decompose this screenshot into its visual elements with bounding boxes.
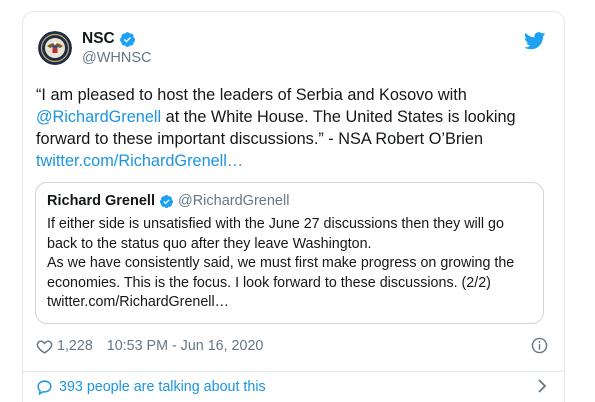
author-handle[interactable]: @WHNSC — [82, 50, 152, 66]
author-name-row: NSC — [82, 30, 152, 48]
tweet-text: “I am pleased to host the leaders of Ser… — [36, 84, 546, 172]
quoted-text-line2: As we have consistently said, we must fi… — [47, 255, 515, 291]
author-name[interactable]: NSC — [82, 30, 115, 48]
verified-icon — [119, 31, 135, 47]
talking-about-row[interactable]: 393 people are talking about this — [36, 376, 548, 398]
mention-link[interactable]: @RichardGrenell — [36, 108, 161, 126]
comment-bubble-icon — [37, 379, 52, 395]
timestamp[interactable]: 10:53 PM - Jun 16, 2020 — [107, 338, 264, 354]
tweet-meta: 1,228 10:53 PM - Jun 16, 2020 — [36, 336, 548, 356]
quoted-tweet-header: Richard Grenell @RichardGrenell — [47, 193, 532, 209]
chevron-right-icon[interactable] — [536, 379, 548, 393]
quoted-tweet[interactable]: Richard Grenell @RichardGrenell If eithe… — [35, 182, 544, 324]
tweet-text-before: “I am pleased to host the leaders of Ser… — [36, 86, 467, 104]
tweet-card: NSC @WHNSC “I am pleased to host the lea… — [22, 11, 565, 402]
quoted-author-name: Richard Grenell — [47, 193, 155, 209]
heart-icon[interactable] — [36, 338, 53, 355]
presidential-seal-icon[interactable] — [38, 31, 72, 65]
twitter-bird-icon[interactable] — [524, 32, 546, 50]
quoted-tweet-text: If either side is unsatisfied with the J… — [47, 215, 537, 313]
author-names: NSC @WHNSC — [82, 30, 152, 66]
like-count[interactable]: 1,228 — [57, 338, 93, 354]
quoted-text-line1: If either side is unsatisfied with the J… — [47, 216, 504, 252]
divider — [23, 371, 564, 372]
quoted-tweet-link: twitter.com/RichardGrenell… — [47, 294, 229, 310]
quoted-author-handle: @RichardGrenell — [177, 193, 290, 209]
tweet-link[interactable]: twitter.com/RichardGrenell… — [36, 152, 243, 170]
verified-icon — [159, 194, 174, 208]
info-icon[interactable] — [531, 337, 548, 354]
talking-about-text[interactable]: 393 people are talking about this — [59, 379, 266, 395]
tweet-header: NSC @WHNSC — [38, 30, 152, 66]
